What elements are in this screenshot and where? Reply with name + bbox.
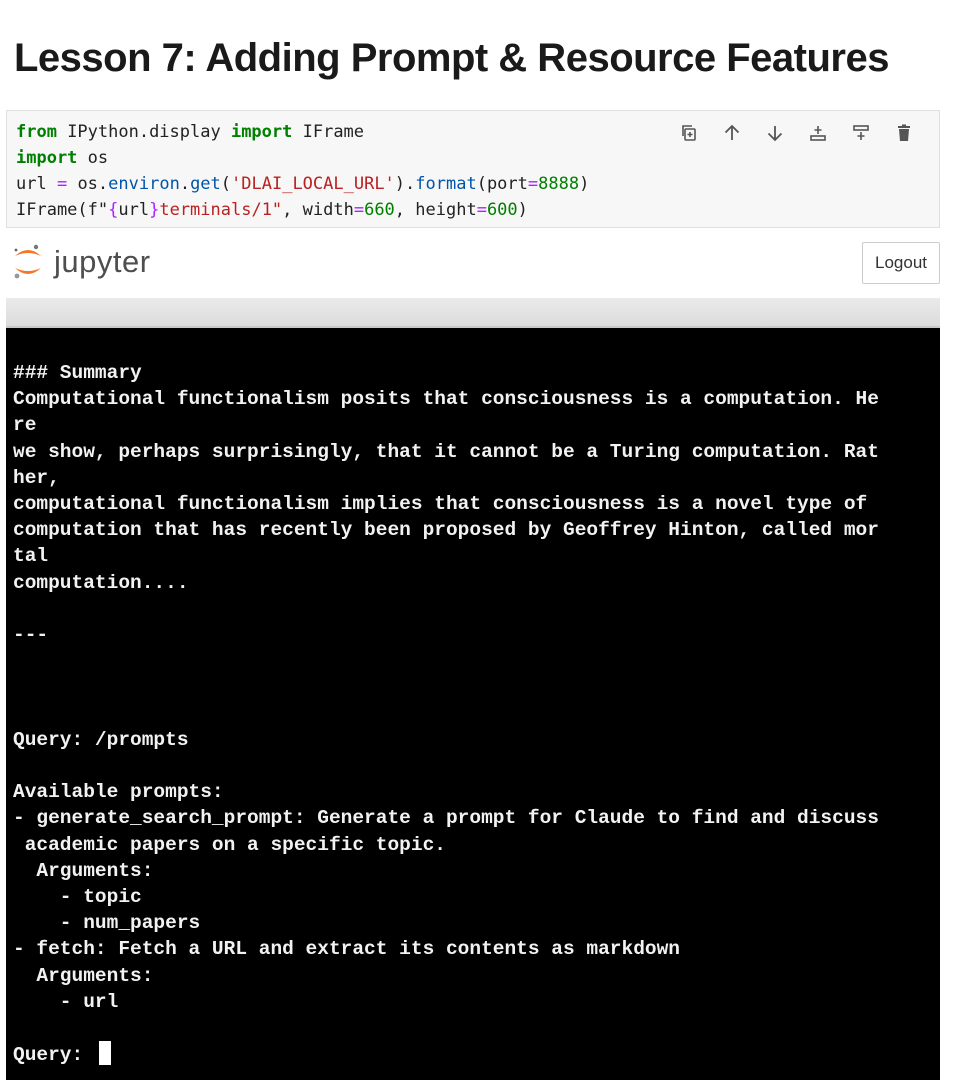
code-token: = <box>527 174 539 194</box>
import-name: os <box>77 148 109 168</box>
code-line-3: url = os.environ.get('DLAI_LOCAL_URL').f… <box>16 174 589 194</box>
code-line-4: IFrame(f"{url}terminals/1", width=660, h… <box>16 200 528 220</box>
terminal-line: computation.... <box>13 571 189 594</box>
cell-toolbar <box>667 119 925 147</box>
import-name: IFrame <box>292 122 365 142</box>
code-token: = <box>56 174 68 194</box>
jupyter-logo-icon <box>14 244 41 279</box>
terminal-line: Arguments: <box>13 964 154 987</box>
terminal-line: Query: /prompts <box>13 728 189 751</box>
move-up-button[interactable] <box>710 119 753 147</box>
code-token: environ <box>108 174 180 194</box>
logout-button[interactable]: Logout <box>862 242 940 284</box>
terminal-line: ### Summary <box>13 362 142 384</box>
copy-icon <box>681 125 696 141</box>
insert-below-button[interactable] <box>839 119 882 147</box>
code-token: , width <box>282 200 354 220</box>
terminal-line: --- <box>13 624 49 647</box>
code-token: . <box>179 174 191 194</box>
keyword-from: from <box>16 122 57 142</box>
module-name: IPython.display <box>56 122 231 142</box>
code-token: { <box>108 200 119 220</box>
insert-above-button[interactable] <box>796 119 839 147</box>
terminal-line: Available prompts: <box>13 781 224 804</box>
lesson-title: Lesson 7: Adding Prompt & Resource Featu… <box>14 36 889 80</box>
terminal-line: - num_papers <box>13 912 201 935</box>
terminal-line: re <box>13 414 37 437</box>
code-cell[interactable]: from IPython.display import IFrame impor… <box>6 110 940 228</box>
terminal-output[interactable]: ### Summary Computational functionalism … <box>13 360 879 1068</box>
code-token: format <box>415 174 477 194</box>
terminal-line: computational functionalism implies that… <box>13 493 868 516</box>
code-token: ( <box>220 174 232 194</box>
code-token: os. <box>67 174 109 194</box>
code-line-2: import os <box>16 148 108 168</box>
terminal-line: Computational functionalism posits that … <box>13 388 879 411</box>
code-token: get <box>190 174 221 194</box>
keyword-import: import <box>16 148 78 168</box>
terminal-line: - fetch: Fetch a URL and extract its con… <box>13 938 681 961</box>
code-token: (port <box>476 174 528 194</box>
code-token: ). <box>394 174 416 194</box>
terminal-line: - generate_search_prompt: Generate a pro… <box>13 807 879 830</box>
trash-icon <box>897 124 910 141</box>
terminal-line: tal <box>13 545 49 568</box>
keyword-import: import <box>230 122 293 142</box>
terminal-header-bar <box>6 298 940 328</box>
code-token: = <box>353 200 365 220</box>
code-token: 8888 <box>538 174 580 194</box>
terminal-line: Arguments: <box>13 859 154 882</box>
code-token: IFrame(f" <box>16 200 109 220</box>
terminal-prompt-line[interactable]: Query: <box>13 1041 111 1067</box>
jupyter-logo[interactable]: jupyter <box>12 242 151 282</box>
terminal-line: we show, perhaps surprisingly, that it c… <box>13 440 879 463</box>
terminal-window[interactable]: ### Summary Computational functionalism … <box>6 328 940 1080</box>
code-token: = <box>476 200 487 220</box>
code-line-1: from IPython.display import IFrame <box>16 122 364 142</box>
notebook-page: Lesson 7: Adding Prompt & Resource Featu… <box>0 0 960 1080</box>
code-token: terminals/1" <box>159 200 283 220</box>
code-token: 'DLAI_LOCAL_URL' <box>231 174 395 194</box>
arrow-up-icon <box>724 124 739 140</box>
insert-below-icon <box>852 125 869 140</box>
arrow-down-icon <box>767 126 782 142</box>
jupyter-wordmark: jupyter <box>54 244 151 279</box>
code-token: } <box>149 200 160 220</box>
terminal-line: - url <box>13 990 119 1013</box>
move-down-button[interactable] <box>753 119 796 147</box>
jupyter-header: jupyter Logout <box>6 232 940 298</box>
terminal-line: academic papers on a specific topic. <box>13 833 446 856</box>
copy-cell-button[interactable] <box>667 119 710 147</box>
insert-above-icon <box>809 126 826 141</box>
code-token: ) <box>579 174 590 194</box>
terminal-prompt: Query: <box>13 1044 95 1067</box>
code-token: , height <box>394 200 477 220</box>
terminal-line: computation that has recently been propo… <box>13 519 879 542</box>
code-editor[interactable]: from IPython.display import IFrame impor… <box>16 119 589 223</box>
code-token: 600 <box>486 200 518 220</box>
code-token: ) <box>517 200 528 220</box>
delete-cell-button[interactable] <box>882 119 925 147</box>
terminal-line: - topic <box>13 886 142 909</box>
terminal-cursor <box>98 1041 111 1066</box>
code-token: url <box>16 174 57 194</box>
code-token: 660 <box>364 200 395 220</box>
code-token: url <box>118 200 150 220</box>
terminal-line: her, <box>13 466 60 489</box>
